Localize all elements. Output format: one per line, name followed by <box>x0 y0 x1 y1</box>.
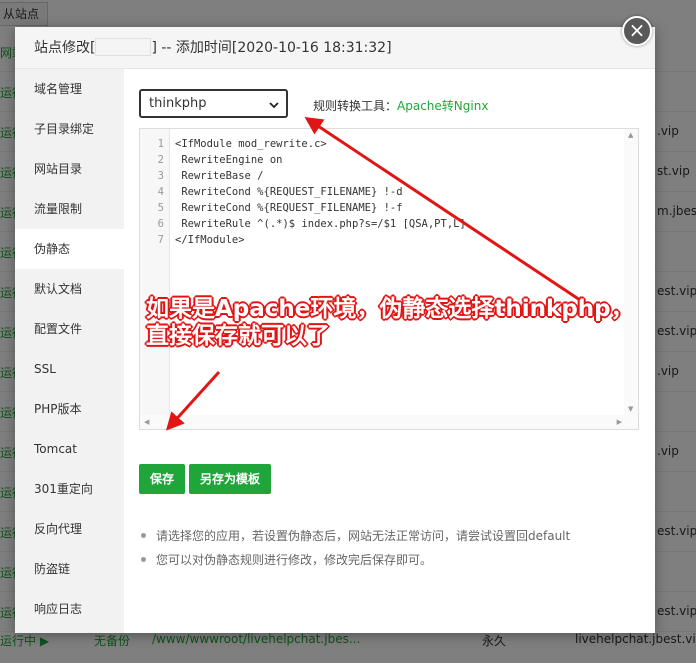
line-number: 2 <box>157 154 164 166</box>
help-notes: 请选择您的应用，若设置伪静态后，网站无法正常访问，请尝试设置回default 您… <box>134 527 649 575</box>
note-item: 您可以对伪静态规则进行修改，修改完后保存即可。 <box>134 551 649 575</box>
scroll-down-icon[interactable]: ▼ <box>628 405 633 413</box>
sidebar-item-reverse-proxy[interactable]: 反向代理 <box>15 509 124 549</box>
rewrite-template-value: thinkphp <box>149 96 207 111</box>
annotation-line-1: 如果是Apache环境，伪静态选择thinkphp， <box>146 296 634 322</box>
rewrite-code-editor[interactable]: 1 <IfModule mod_rewrite.c> 2 RewriteEngin… <box>139 128 639 430</box>
note-text: 请选择您的应用，若设置伪静态后，网站无法正常访问，请尝试设置回default <box>156 529 571 543</box>
line-number: 4 <box>157 186 164 198</box>
line-number: 7 <box>157 234 164 246</box>
sidebar-item-php-version[interactable]: PHP版本 <box>15 389 124 429</box>
sidebar-item-response-log[interactable]: 响应日志 <box>15 589 124 629</box>
sidebar-item-ssl[interactable]: SSL <box>15 349 124 389</box>
code-line: 6 RewriteRule ^(.*)$ index.php?s=/$1 [QS… <box>140 216 624 232</box>
line-number: 5 <box>157 202 164 214</box>
code-line: 7 </IfModule> <box>140 232 624 248</box>
site-name-redacted <box>95 38 152 56</box>
rewrite-panel: thinkphp 规则转换工具：Apache转Nginx 1 <IfModule … <box>124 69 655 633</box>
chevron-down-icon <box>268 96 280 115</box>
code-line: 2 RewriteEngine on <box>140 152 624 168</box>
scroll-left-icon[interactable]: ◀ <box>144 418 149 426</box>
code-text: RewriteRule ^(.*)$ index.php?s=/$1 [QSA,… <box>175 218 466 230</box>
sidebar-item-default-doc[interactable]: 默认文档 <box>15 269 124 309</box>
note-text: 您可以对伪静态规则进行修改，修改完后保存即可。 <box>156 553 433 567</box>
rule-convert-label: 规则转换工具： <box>313 99 398 113</box>
code-line: 4 RewriteCond %{REQUEST_FILENAME} !-d <box>140 184 624 200</box>
editor-horizontal-scrollbar[interactable]: ◀ ▶ <box>140 415 638 429</box>
modal-title-prefix: 站点修改[ <box>34 40 96 56</box>
line-number: 6 <box>157 218 164 230</box>
code-lines: 1 <IfModule mod_rewrite.c> 2 RewriteEngin… <box>140 136 624 248</box>
editor-vertical-scrollbar[interactable]: ▲ ▼ <box>624 129 638 415</box>
code-text: RewriteCond %{REQUEST_FILENAME} !-d <box>175 186 403 198</box>
modal-title-suffix: ] -- 添加时间[2020-10-16 18:31:32] <box>151 40 392 56</box>
sidebar-item-site-dir[interactable]: 网站目录 <box>15 149 124 189</box>
modal-header: 站点修改[ ] -- 添加时间[2020-10-16 18:31:32] <box>15 27 655 69</box>
annotation-text: 如果是Apache环境，伪静态选择thinkphp， 直接保存就可以了 <box>146 296 666 350</box>
apache-to-nginx-link[interactable]: Apache转Nginx <box>397 99 488 113</box>
line-number: 1 <box>157 138 164 150</box>
bullet-icon <box>141 557 146 562</box>
note-item: 请选择您的应用，若设置伪静态后，网站无法正常访问，请尝试设置回default <box>134 527 649 551</box>
sidebar-item-traffic-limit[interactable]: 流量限制 <box>15 189 124 229</box>
code-line: 3 RewriteBase / <box>140 168 624 184</box>
save-button[interactable]: 保存 <box>139 464 185 494</box>
code-line: 1 <IfModule mod_rewrite.c> <box>140 136 624 152</box>
sidebar-item-domain[interactable]: 域名管理 <box>15 69 124 109</box>
modal-sidebar: 域名管理 子目录绑定 网站目录 流量限制 伪静态 默认文档 配置文件 SSL P… <box>15 69 124 633</box>
sidebar-item-hotlink[interactable]: 防盗链 <box>15 549 124 589</box>
close-icon[interactable]: × <box>622 16 652 46</box>
code-text: RewriteCond %{REQUEST_FILENAME} !-f <box>175 202 403 214</box>
rewrite-template-select[interactable]: thinkphp <box>139 89 288 118</box>
save-as-template-button[interactable]: 另存为模板 <box>189 464 271 494</box>
code-text: </IfModule> <box>175 234 245 246</box>
annotation-line-2: 直接保存就可以了 <box>146 323 330 349</box>
sidebar-item-rewrite[interactable]: 伪静态 <box>15 229 124 269</box>
code-text: RewriteEngine on <box>175 154 283 166</box>
bullet-icon <box>141 533 146 538</box>
sidebar-item-subdir[interactable]: 子目录绑定 <box>15 109 124 149</box>
sidebar-item-redirect[interactable]: 301重定向 <box>15 469 124 509</box>
code-text: <IfModule mod_rewrite.c> <box>175 138 327 150</box>
code-line: 5 RewriteCond %{REQUEST_FILENAME} !-f <box>140 200 624 216</box>
line-number: 3 <box>157 170 164 182</box>
sidebar-item-tomcat[interactable]: Tomcat <box>15 429 124 469</box>
code-text: RewriteBase / <box>175 170 264 182</box>
scroll-up-icon[interactable]: ▲ <box>628 131 633 139</box>
rule-convert-tool: 规则转换工具：Apache转Nginx <box>313 97 488 114</box>
scroll-right-icon[interactable]: ▶ <box>617 418 622 426</box>
sidebar-item-config[interactable]: 配置文件 <box>15 309 124 349</box>
